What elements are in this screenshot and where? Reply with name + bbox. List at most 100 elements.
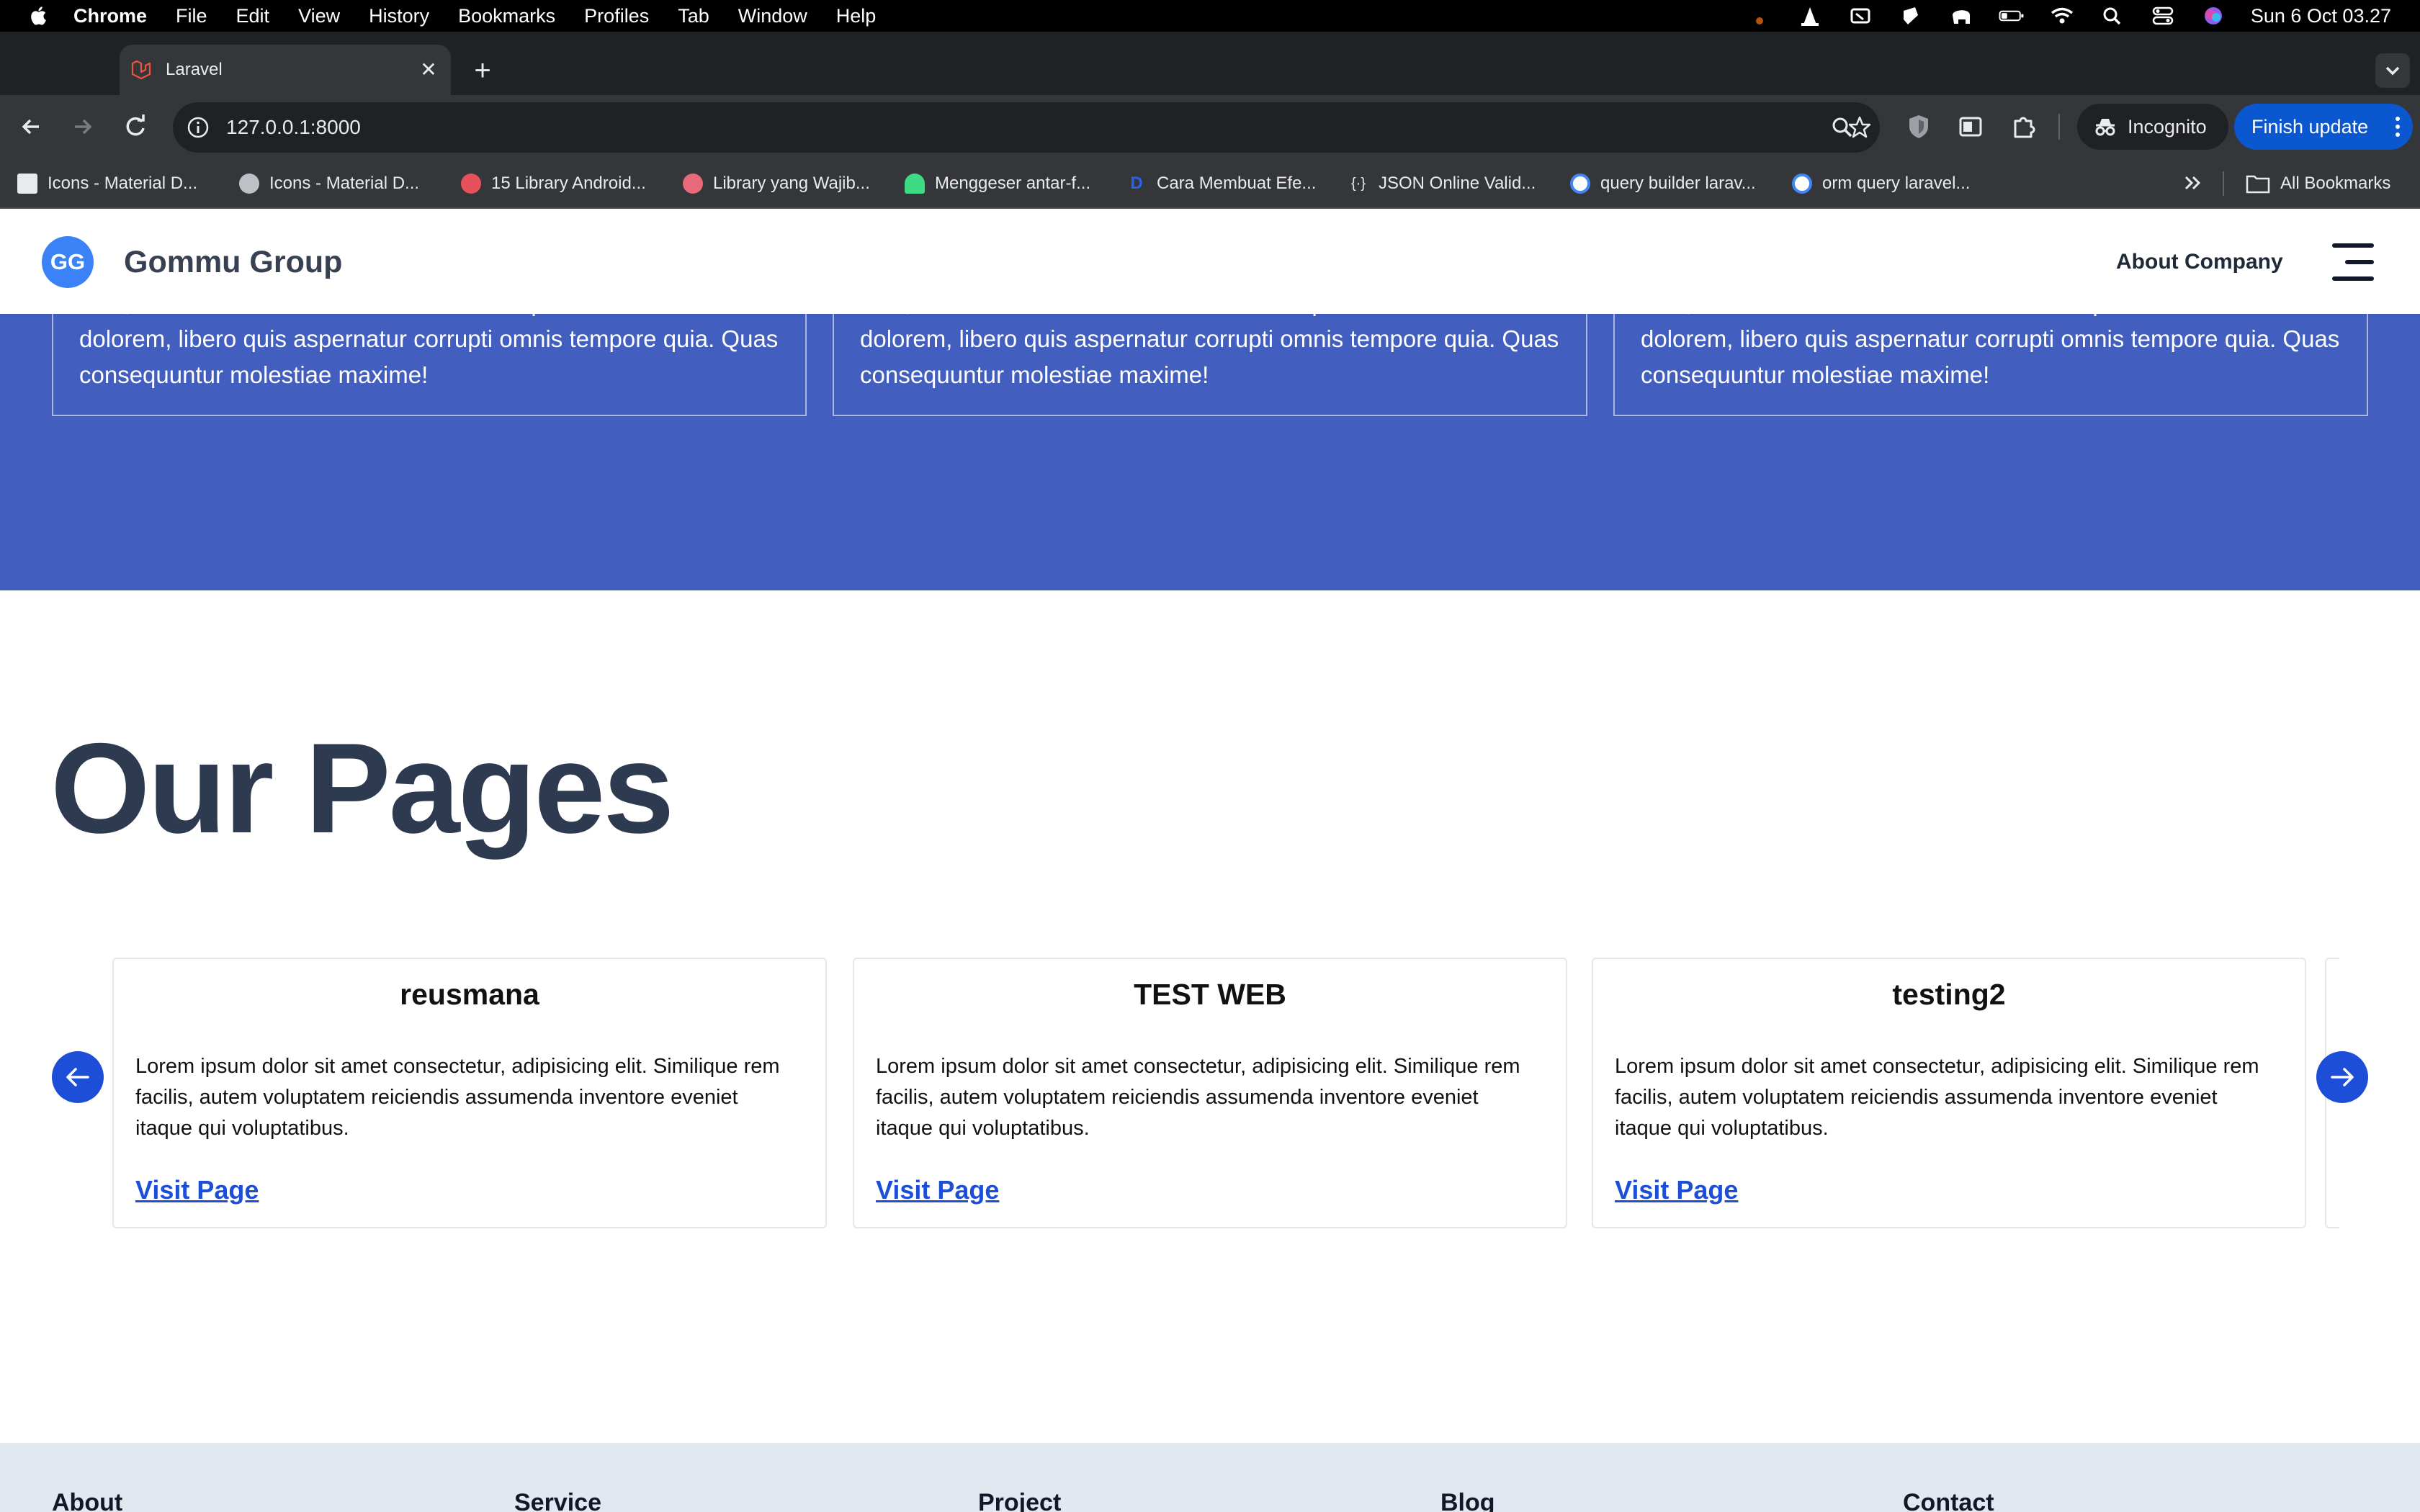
page-card-description: Lorem ipsum dolor sit amet consectetur, … <box>1615 1055 2259 1140</box>
vlc-cone-icon[interactable] <box>1797 5 1823 27</box>
menu-bookmarks[interactable]: Bookmarks <box>458 5 555 27</box>
finish-update-label: Finish update <box>2251 115 2369 138</box>
page-card-title: TEST WEB <box>1134 978 1286 1011</box>
google-icon <box>1570 174 1590 194</box>
menu-tab[interactable]: Tab <box>678 5 709 27</box>
bookmarks-bar: Icons - Material D... Icons - Material D… <box>0 158 2420 209</box>
bookmark-label: orm query laravel... <box>1822 174 1971 193</box>
tab-search-button[interactable] <box>2375 53 2410 88</box>
menu-file[interactable]: File <box>176 5 207 27</box>
logo[interactable]: GG <box>42 236 94 288</box>
new-tab-button[interactable]: + <box>468 56 497 85</box>
shield-app-icon[interactable] <box>1898 5 1924 27</box>
extensions-puzzle-icon[interactable] <box>2009 112 2038 141</box>
menu-view[interactable]: View <box>298 5 340 27</box>
bookmark-label: Icons - Material D... <box>48 174 198 193</box>
chevron-double-right-icon[interactable] <box>2179 170 2205 196</box>
browser-toolbar: 127.0.0.1:8000 Incognito Finish update <box>0 95 2420 158</box>
footer-heading: About <box>52 1489 123 1512</box>
visit-page-link[interactable]: Visit Page <box>135 1175 259 1205</box>
bookmark-item[interactable]: 15 Library Android... <box>461 158 646 209</box>
bookmarks-divider <box>2223 171 2224 196</box>
bookmark-item[interactable]: Icons - Material D... <box>17 158 197 209</box>
bookmark-item[interactable]: orm query laravel... <box>1792 158 1970 209</box>
menu-history[interactable]: History <box>369 5 429 27</box>
menu-edit[interactable]: Edit <box>236 5 270 27</box>
menu-window[interactable]: Window <box>738 5 807 27</box>
d-icon: D <box>1130 174 1143 193</box>
shield-extension-icon[interactable] <box>1904 112 1933 141</box>
back-button[interactable] <box>16 111 48 143</box>
tab-laravel[interactable]: Laravel ✕ <box>120 45 451 95</box>
page-card: reusmana Lorem ipsum dolor sit amet cons… <box>112 958 827 1228</box>
forward-button[interactable] <box>66 111 98 143</box>
menubar-clock[interactable]: Sun 6 Oct 03.27 <box>2251 5 2391 27</box>
macos-menubar: Chrome File Edit View History Bookmarks … <box>0 0 2420 32</box>
apple-icon[interactable] <box>29 5 50 27</box>
bookmark-item[interactable]: query builder larav... <box>1570 158 1756 209</box>
elephant-icon[interactable] <box>1948 5 1974 27</box>
reload-icon <box>126 114 145 136</box>
page-card-description: Lorem ipsum dolor sit amet consectetur, … <box>876 1055 1520 1140</box>
all-bookmarks-button[interactable]: All Bookmarks <box>2246 158 2390 209</box>
laravel-favicon-icon <box>131 60 151 80</box>
menu-help[interactable]: Help <box>836 5 877 27</box>
reading-mode-icon[interactable] <box>1956 112 1985 141</box>
recording-dot-icon <box>1755 17 1763 24</box>
spotlight-search-icon[interactable] <box>2099 5 2125 27</box>
tab-close-icon[interactable]: ✕ <box>416 58 441 82</box>
json-icon: {·} <box>1350 176 1366 192</box>
bookmark-item[interactable]: D Cara Membuat Efe... <box>1126 158 1316 209</box>
arrow-right-icon <box>2331 1068 2354 1086</box>
control-center-icon[interactable] <box>2150 5 2176 27</box>
finish-update-button[interactable]: Finish update <box>2234 104 2413 150</box>
url-text[interactable]: 127.0.0.1:8000 <box>226 102 361 153</box>
footer-heading: Project <box>978 1489 1062 1512</box>
wifi-icon[interactable] <box>2049 5 2075 27</box>
site-footer: About Service Project Blog Contact <box>0 1443 2420 1512</box>
visit-page-link[interactable]: Visit Page <box>1615 1175 1738 1205</box>
bookmark-label: Library yang Wajib... <box>713 174 870 193</box>
bookmark-item[interactable]: Library yang Wajib... <box>683 158 870 209</box>
page-card-description: Lorem ipsum dolor sit amet consectetur, … <box>135 1055 780 1140</box>
status-area: Sun 6 Oct 03.27 <box>1747 0 2391 32</box>
doc-icon <box>17 174 37 194</box>
tab-strip: Laravel ✕ + <box>0 32 2420 95</box>
visit-page-link[interactable]: Visit Page <box>876 1175 999 1205</box>
bookmark-item[interactable]: Icons - Material D... <box>239 158 419 209</box>
stage-manager-icon[interactable] <box>1847 5 1873 27</box>
site-header: GG Gommu Group About Company <box>0 210 2420 314</box>
carousel-next-button[interactable] <box>2316 1051 2368 1103</box>
arrow-left-icon <box>22 119 39 135</box>
bookmark-label: Cara Membuat Efe... <box>1157 174 1317 193</box>
incognito-indicator[interactable]: Incognito <box>2077 104 2228 150</box>
battery-icon[interactable] <box>1999 5 2025 27</box>
address-bar[interactable]: 127.0.0.1:8000 <box>173 102 1880 153</box>
arrow-left-icon <box>66 1068 89 1086</box>
siri-icon[interactable] <box>2200 5 2226 27</box>
kebab-menu-icon[interactable] <box>2394 115 2401 138</box>
bookmark-label: Icons - Material D... <box>269 174 420 193</box>
menu-profiles[interactable]: Profiles <box>584 5 649 27</box>
bookmark-label: Menggeser antar-f... <box>935 174 1091 193</box>
bookmark-label: 15 Library Android... <box>491 174 646 193</box>
bookmark-item[interactable]: Menggeser antar-f... <box>905 158 1090 209</box>
menu-app-chrome[interactable]: Chrome <box>73 5 147 27</box>
bookmark-item[interactable]: {·} JSON Online Valid... <box>1348 158 1536 209</box>
footer-heading: Service <box>514 1489 601 1512</box>
hamburger-menu-icon[interactable] <box>2332 243 2374 281</box>
nav-about-company[interactable]: About Company <box>2116 210 2283 314</box>
site-info-icon[interactable] <box>186 115 210 140</box>
site-icon <box>461 174 481 194</box>
brand-name[interactable]: Gommu Group <box>124 210 342 314</box>
section-title: Our Pages <box>50 716 674 860</box>
bookmark-star-icon[interactable] <box>1847 114 1873 140</box>
page-card: testing2 Lorem ipsum dolor sit amet cons… <box>1592 958 2306 1228</box>
footer-heading: Blog <box>1440 1489 1495 1512</box>
pages-carousel: reusmana Lorem ipsum dolor sit amet cons… <box>0 943 2420 1228</box>
reload-button[interactable] <box>120 111 151 143</box>
folder-icon <box>2246 175 2270 194</box>
globe-icon <box>239 174 259 194</box>
toolbar-divider <box>2058 114 2060 140</box>
carousel-prev-button[interactable] <box>52 1051 104 1103</box>
